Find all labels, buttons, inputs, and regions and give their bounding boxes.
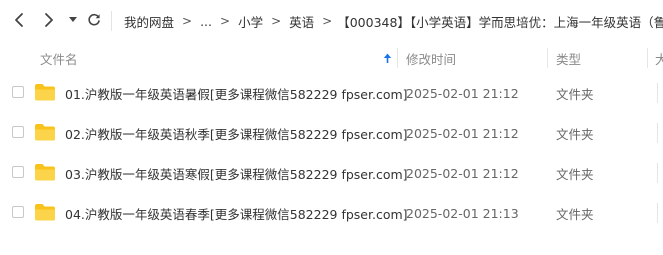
refresh-icon [88,13,100,26]
file-modified-time: 2025-02-01 21:12 [406,85,519,101]
breadcrumb-separator: > [182,14,193,28]
sort-indicator[interactable] [383,40,392,76]
forward-button[interactable] [38,8,60,32]
column-header-type[interactable]: 类型 [556,40,581,76]
folder-icon [35,124,55,141]
toolbar-divider [111,11,112,31]
column-divider[interactable] [647,48,648,68]
breadcrumb-item-current[interactable]: 【000348】【小学英语】学而思培优：上海一年级英语（鲁信） [337,12,663,31]
file-type: 文件夹 [556,86,594,102]
column-header-name[interactable]: 文件名 [40,40,78,76]
breadcrumb-root[interactable]: 我的网盘 [124,12,174,31]
file-row[interactable]: 02.沪教版一年级英语秋季[更多课程微信582229 fpser.com] 20… [0,113,663,153]
column-header-size[interactable]: 大 [655,40,663,76]
row-checkbox[interactable] [12,126,24,138]
file-row[interactable]: 03.沪教版一年级英语寒假[更多课程微信582229 fpser.com] 20… [0,153,663,193]
chevron-right-icon [45,13,53,27]
file-modified-time: 2025-02-01 21:12 [406,165,519,181]
file-type: 文件夹 [556,166,594,182]
row-divider [657,203,658,223]
breadcrumb-item-primary[interactable]: 小学 [238,12,263,31]
column-divider[interactable] [547,48,548,68]
history-dropdown-button[interactable] [66,8,80,32]
breadcrumb: 我的网盘 > ... > 小学 > 英语 > 【000348】【小学英语】学而思… [124,10,663,32]
back-button[interactable] [8,8,30,32]
chevron-left-icon [15,13,23,27]
folder-icon [35,164,55,181]
row-divider [657,163,658,183]
file-name[interactable]: 03.沪教版一年级英语寒假[更多课程微信582229 fpser.com] [65,153,408,193]
file-type: 文件夹 [556,206,594,222]
file-name[interactable]: 04.沪教版一年级英语春季[更多课程微信582229 fpser.com] [65,193,408,233]
folder-icon [35,204,55,221]
row-checkbox[interactable] [12,86,24,98]
breadcrumb-separator: > [220,14,231,28]
column-divider[interactable] [397,48,398,68]
column-header-modified-time[interactable]: 修改时间 [406,40,456,76]
file-modified-time: 2025-02-01 21:13 [406,205,519,221]
file-modified-time: 2025-02-01 21:12 [406,125,519,141]
breadcrumb-item-english[interactable]: 英语 [289,12,314,31]
toolbar: 我的网盘 > ... > 小学 > 英语 > 【000348】【小学英语】学而思… [0,0,663,40]
refresh-button[interactable] [84,8,104,32]
file-type: 文件夹 [556,126,594,142]
file-name[interactable]: 02.沪教版一年级英语秋季[更多课程微信582229 fpser.com] [65,113,408,153]
row-divider [657,83,658,103]
breadcrumb-ellipsis[interactable]: ... [200,14,212,29]
row-checkbox[interactable] [12,206,24,218]
folder-icon [35,84,55,101]
file-row[interactable]: 01.沪教版一年级英语暑假[更多课程微信582229 fpser.com] 20… [0,73,663,113]
file-row[interactable]: 04.沪教版一年级英语春季[更多课程微信582229 fpser.com] 20… [0,193,663,233]
row-checkbox[interactable] [12,166,24,178]
row-divider [657,123,658,143]
file-list-header: 文件名 修改时间 类型 大 [0,40,663,76]
breadcrumb-separator: > [322,14,333,28]
breadcrumb-separator: > [271,14,282,28]
caret-down-icon [69,17,77,22]
arrow-up-icon [383,53,392,63]
file-name[interactable]: 01.沪教版一年级英语暑假[更多课程微信582229 fpser.com] [65,73,408,113]
